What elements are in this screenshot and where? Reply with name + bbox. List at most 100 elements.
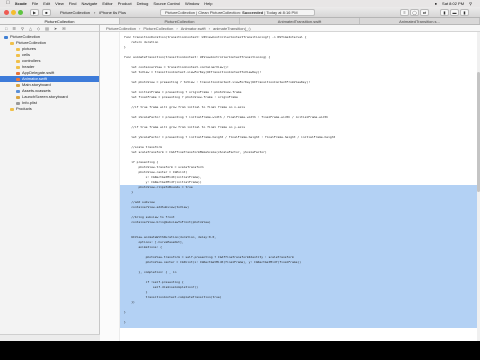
code-line: let yScaleFactor = presenting ? initialF… [124,135,336,139]
editor-tab[interactable]: PictureCollection [120,18,240,24]
jump-bar-item[interactable]: animateTransition(_:) [213,25,251,31]
folder-icon[interactable]: □ [5,25,7,31]
menu-item[interactable]: Edit [43,0,50,7]
window-toolbar: ▶ ■ PictureCollection › iPhone 6s Plus P… [0,7,480,18]
code-line: let toView = transitionContext.viewForKe… [124,70,262,74]
zoom-window-button[interactable] [18,10,23,15]
code-line: } [124,45,126,49]
menu-item[interactable]: File [32,0,38,7]
spotlight-icon[interactable]: ⚲ [469,0,472,7]
chevron-right-icon: › [176,26,178,31]
search-icon[interactable]: ⚲ [21,25,24,31]
file-tree-item-label: Products [16,106,32,111]
assistant-editor-button[interactable]: ◯ [410,9,419,16]
code-line: photoView.clipsToBounds = true [124,185,193,189]
file-tree: PictureCollection PictureCollection pictur… [0,32,99,112]
code-line: let finalFrame = presenting ? photoView.… [124,95,238,99]
activity-viewer: PictureCollection | Clean PictureCollect… [160,9,315,16]
symbol-icon[interactable]: ☰ [12,25,16,31]
standard-editor-button[interactable]: ≡ [400,9,409,16]
menu-app-name[interactable]: Xcode [15,0,27,7]
menu-extras: ● Sat 8:02 PM ⚲ [435,0,472,7]
tab-bar: PictureCollection PictureCollection Animat… [0,18,480,25]
file-icon [4,35,8,39]
menu-item[interactable]: Navigate [82,0,98,7]
menu-item[interactable]: Source Control [153,0,180,7]
code-line: }, completion: { _ in [124,270,177,274]
file-icon [16,83,20,87]
chevron-right-icon: › [94,10,96,15]
xcode-window: ▶ ■ PictureCollection › iPhone 6s Plus P… [0,7,480,341]
debug-icon[interactable]: ▤ [45,25,49,31]
file-icon [16,101,20,105]
code-line: //if true frame will grow from initial t… [124,105,246,109]
report-icon[interactable]: ✉ [62,25,65,31]
menu-item[interactable]: Product [118,0,132,7]
navigator-selector-bar: □ ☰ ⚲ △ ◇ ▤ ➤ ✉ [0,25,99,32]
menu-item[interactable]: Editor [102,0,112,7]
code-line: animations: { [124,245,162,249]
toggle-navigator-button[interactable]: ▮ [440,9,449,16]
run-button[interactable]: ▶ [30,9,39,16]
minimize-window-button[interactable] [11,10,16,15]
file-icon [16,89,20,93]
menu-item[interactable]: Window [185,0,199,7]
menu-item[interactable]: Debug [137,0,149,7]
wifi-icon[interactable]: ● [435,0,437,7]
activity-time: | Today at 8:16 PM [264,10,298,15]
menu-item[interactable]: Find [69,0,77,7]
jump-bar-item[interactable]: Animator.swift [181,25,206,31]
code-line: return duration [124,40,159,44]
code-line: photoView.center = CGPoint(x: CGRectGetM… [124,260,302,264]
close-window-button[interactable] [4,10,9,15]
screen-bottom-border [0,341,480,360]
scheme-name: PictureCollection [60,10,91,15]
code-line: } [124,310,126,314]
warning-icon[interactable]: △ [29,25,32,31]
chevron-right-icon: › [208,26,210,31]
menu-items: File Edit View Find Navigate Editor Product Deb… [32,0,218,7]
file-icon [16,71,20,75]
file-icon [16,77,20,81]
file-tree-item[interactable]: Products [0,106,99,112]
scheme-selector[interactable]: PictureCollection › iPhone 6s Plus [60,9,126,16]
breakpoint-icon[interactable]: ➤ [54,25,57,31]
editor-tab[interactable]: AnimatedTransition.s... [360,18,480,24]
file-icon [10,41,14,45]
code-line: containerView.bringSubviewToFront(photoV… [124,220,211,224]
project-navigator: □ ☰ ⚲ △ ◇ ▤ ➤ ✉ PictureCollection Picture… [0,25,100,341]
toggle-debug-area-button[interactable]: ▬ [450,9,459,16]
line-number-gutter[interactable] [100,32,120,341]
code-line: let photoView = presenting ? toView : tr… [124,80,311,84]
apple-menu-icon[interactable]:  [6,0,10,7]
menu-item[interactable]: View [55,0,64,7]
code-area[interactable]: func transitionDuration(transitionContex… [100,32,480,341]
menu-bar:  Xcode File Edit View Find Navigate Editor Pr… [0,0,480,7]
editor-tab[interactable]: AnimatedTransition.swift [240,18,360,24]
file-icon [16,95,20,99]
navigator-filter-field[interactable] [0,334,100,341]
editor-tab[interactable]: PictureCollection [0,18,120,24]
chevron-right-icon: › [139,26,141,31]
clock[interactable]: Sat 8:02 PM [442,0,464,7]
stop-button[interactable]: ■ [42,9,51,16]
code-line: let xScaleFactor = presenting ? initialF… [124,115,329,119]
file-icon [16,65,20,69]
code-line: }) [124,300,135,304]
code-line: containerView.addSubview(toView) [124,205,190,209]
toggle-utilities-button[interactable]: ▮ [460,9,469,16]
menu-item[interactable]: Help [204,0,212,7]
file-icon [16,53,20,57]
file-icon [16,47,20,51]
code-line: } [124,190,134,194]
destination-name: iPhone 6s Plus [99,10,127,15]
code-line: func animateTransition(transitionContext… [124,55,271,59]
test-icon[interactable]: ◇ [37,25,40,31]
file-icon [10,107,14,111]
jump-bar: PictureCollection › PictureCollection › Anim… [100,25,480,32]
version-editor-button[interactable]: ⇄ [420,9,429,16]
jump-bar-item[interactable]: PictureCollection [143,25,173,31]
jump-bar-item[interactable]: PictureCollection [106,25,136,31]
file-icon [16,59,20,63]
code-line: } [124,320,126,324]
